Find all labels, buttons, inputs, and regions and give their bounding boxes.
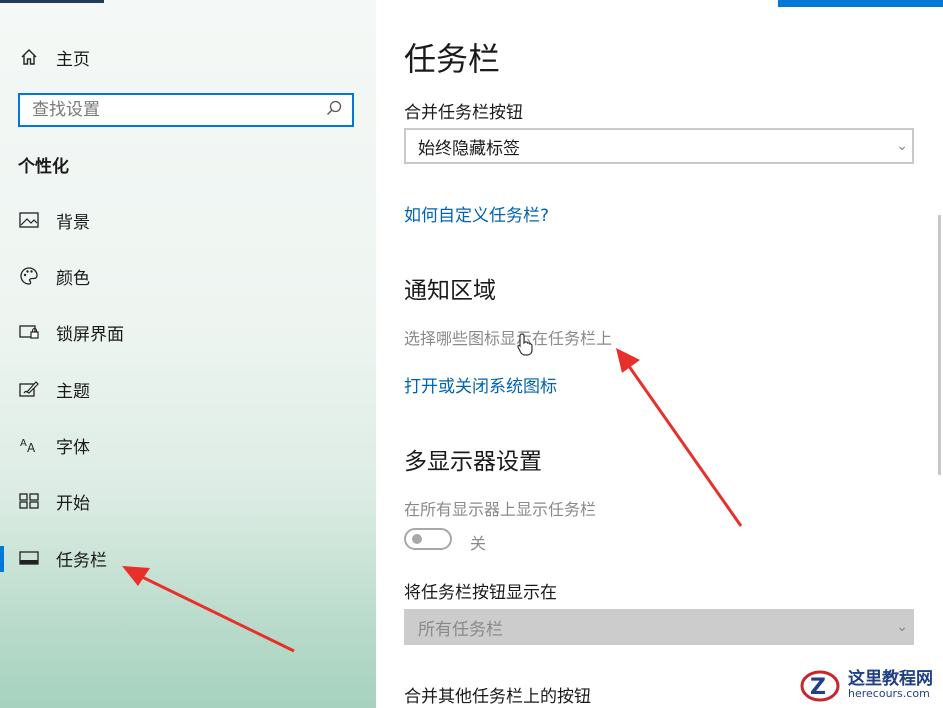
combine-buttons-value: 始终隐藏标签 <box>418 138 520 159</box>
show-on-all-displays-toggle[interactable] <box>404 528 452 550</box>
show-buttons-on-value: 所有任务栏 <box>418 619 503 640</box>
show-buttons-on-label: 将任务栏按钮显示在 <box>404 583 557 603</box>
sidebar-item-label: 锁屏界面 <box>56 324 124 345</box>
nav-home-label: 主页 <box>56 49 90 70</box>
sidebar-item-label: 背景 <box>56 212 90 233</box>
nav-home[interactable]: 主页 <box>18 44 90 70</box>
system-icons-link[interactable]: 打开或关闭系统图标 <box>404 372 557 397</box>
watermark-logo-icon: Z <box>800 670 840 702</box>
show-on-all-displays-label: 在所有显示器上显示任务栏 <box>404 500 597 519</box>
settings-sidebar: 主页 个性化 背景 颜色 锁屏界面 主题 AA 字体 <box>0 0 376 708</box>
taskbar-icon <box>18 547 40 569</box>
start-grid-icon <box>18 490 40 512</box>
sidebar-item-label: 任务栏 <box>56 550 107 571</box>
palette-icon <box>18 265 40 287</box>
sidebar-item-label: 开始 <box>56 493 90 514</box>
toggle-state-label: 关 <box>470 534 487 553</box>
home-icon <box>18 46 40 68</box>
sidebar-item-background[interactable]: 背景 <box>18 206 348 234</box>
site-watermark: Z 这里教程网 herecours.com <box>798 662 943 708</box>
window-top-strip <box>0 0 104 3</box>
picture-icon <box>18 209 40 231</box>
svg-text:Z: Z <box>810 675 826 700</box>
search-input[interactable] <box>30 99 326 121</box>
active-indicator <box>0 546 4 572</box>
notification-area-heading: 通知区域 <box>404 278 496 304</box>
select-taskbar-icons-link[interactable]: 选择哪些图标显示在任务栏上 <box>404 325 612 349</box>
watermark-title: 这里教程网 <box>848 668 933 689</box>
chevron-down-icon: ⌄ <box>896 138 908 154</box>
sidebar-item-fonts[interactable]: AA 字体 <box>18 431 348 459</box>
font-icon: AA <box>18 434 40 456</box>
section-title-personalization: 个性化 <box>18 157 69 177</box>
show-buttons-on-dropdown[interactable]: 所有任务栏 ⌄ <box>404 609 914 645</box>
sidebar-item-themes[interactable]: 主题 <box>18 375 348 403</box>
watermark-url: herecours.com <box>848 687 930 701</box>
sidebar-item-taskbar[interactable]: 任务栏 <box>18 544 348 572</box>
sidebar-item-label: 主题 <box>56 381 90 402</box>
search-icon[interactable] <box>326 100 342 120</box>
sidebar-item-label: 字体 <box>56 437 90 458</box>
settings-main-panel: 任务栏 合并任务栏按钮 始终隐藏标签 ⌄ 如何自定义任务栏? 通知区域 选择哪些… <box>376 0 943 708</box>
window-top-accent <box>778 0 943 7</box>
sidebar-item-start[interactable]: 开始 <box>18 487 348 515</box>
search-box[interactable] <box>18 93 354 127</box>
combine-buttons-label: 合并任务栏按钮 <box>404 103 523 123</box>
sidebar-item-label: 颜色 <box>56 268 90 289</box>
combine-buttons-dropdown[interactable]: 始终隐藏标签 ⌄ <box>404 128 914 164</box>
mouse-pointer-icon <box>516 332 536 360</box>
theme-brush-icon <box>18 378 40 400</box>
sidebar-item-colors[interactable]: 颜色 <box>18 262 348 290</box>
chevron-down-icon: ⌄ <box>896 619 908 635</box>
lock-screen-icon <box>18 321 40 343</box>
page-title: 任务栏 <box>404 40 501 78</box>
toggle-knob <box>412 534 422 544</box>
sidebar-item-lock-screen[interactable]: 锁屏界面 <box>18 318 348 346</box>
scrollbar[interactable] <box>938 215 941 475</box>
svg-text:A: A <box>27 441 36 454</box>
customize-taskbar-link[interactable]: 如何自定义任务栏? <box>404 201 549 226</box>
combine-other-buttons-label: 合并其他任务栏上的按钮 <box>404 687 591 707</box>
watermark-text: 这里教程网 herecours.com <box>848 668 933 701</box>
multiple-displays-heading: 多显示器设置 <box>404 449 542 475</box>
svg-text:A: A <box>20 438 27 449</box>
